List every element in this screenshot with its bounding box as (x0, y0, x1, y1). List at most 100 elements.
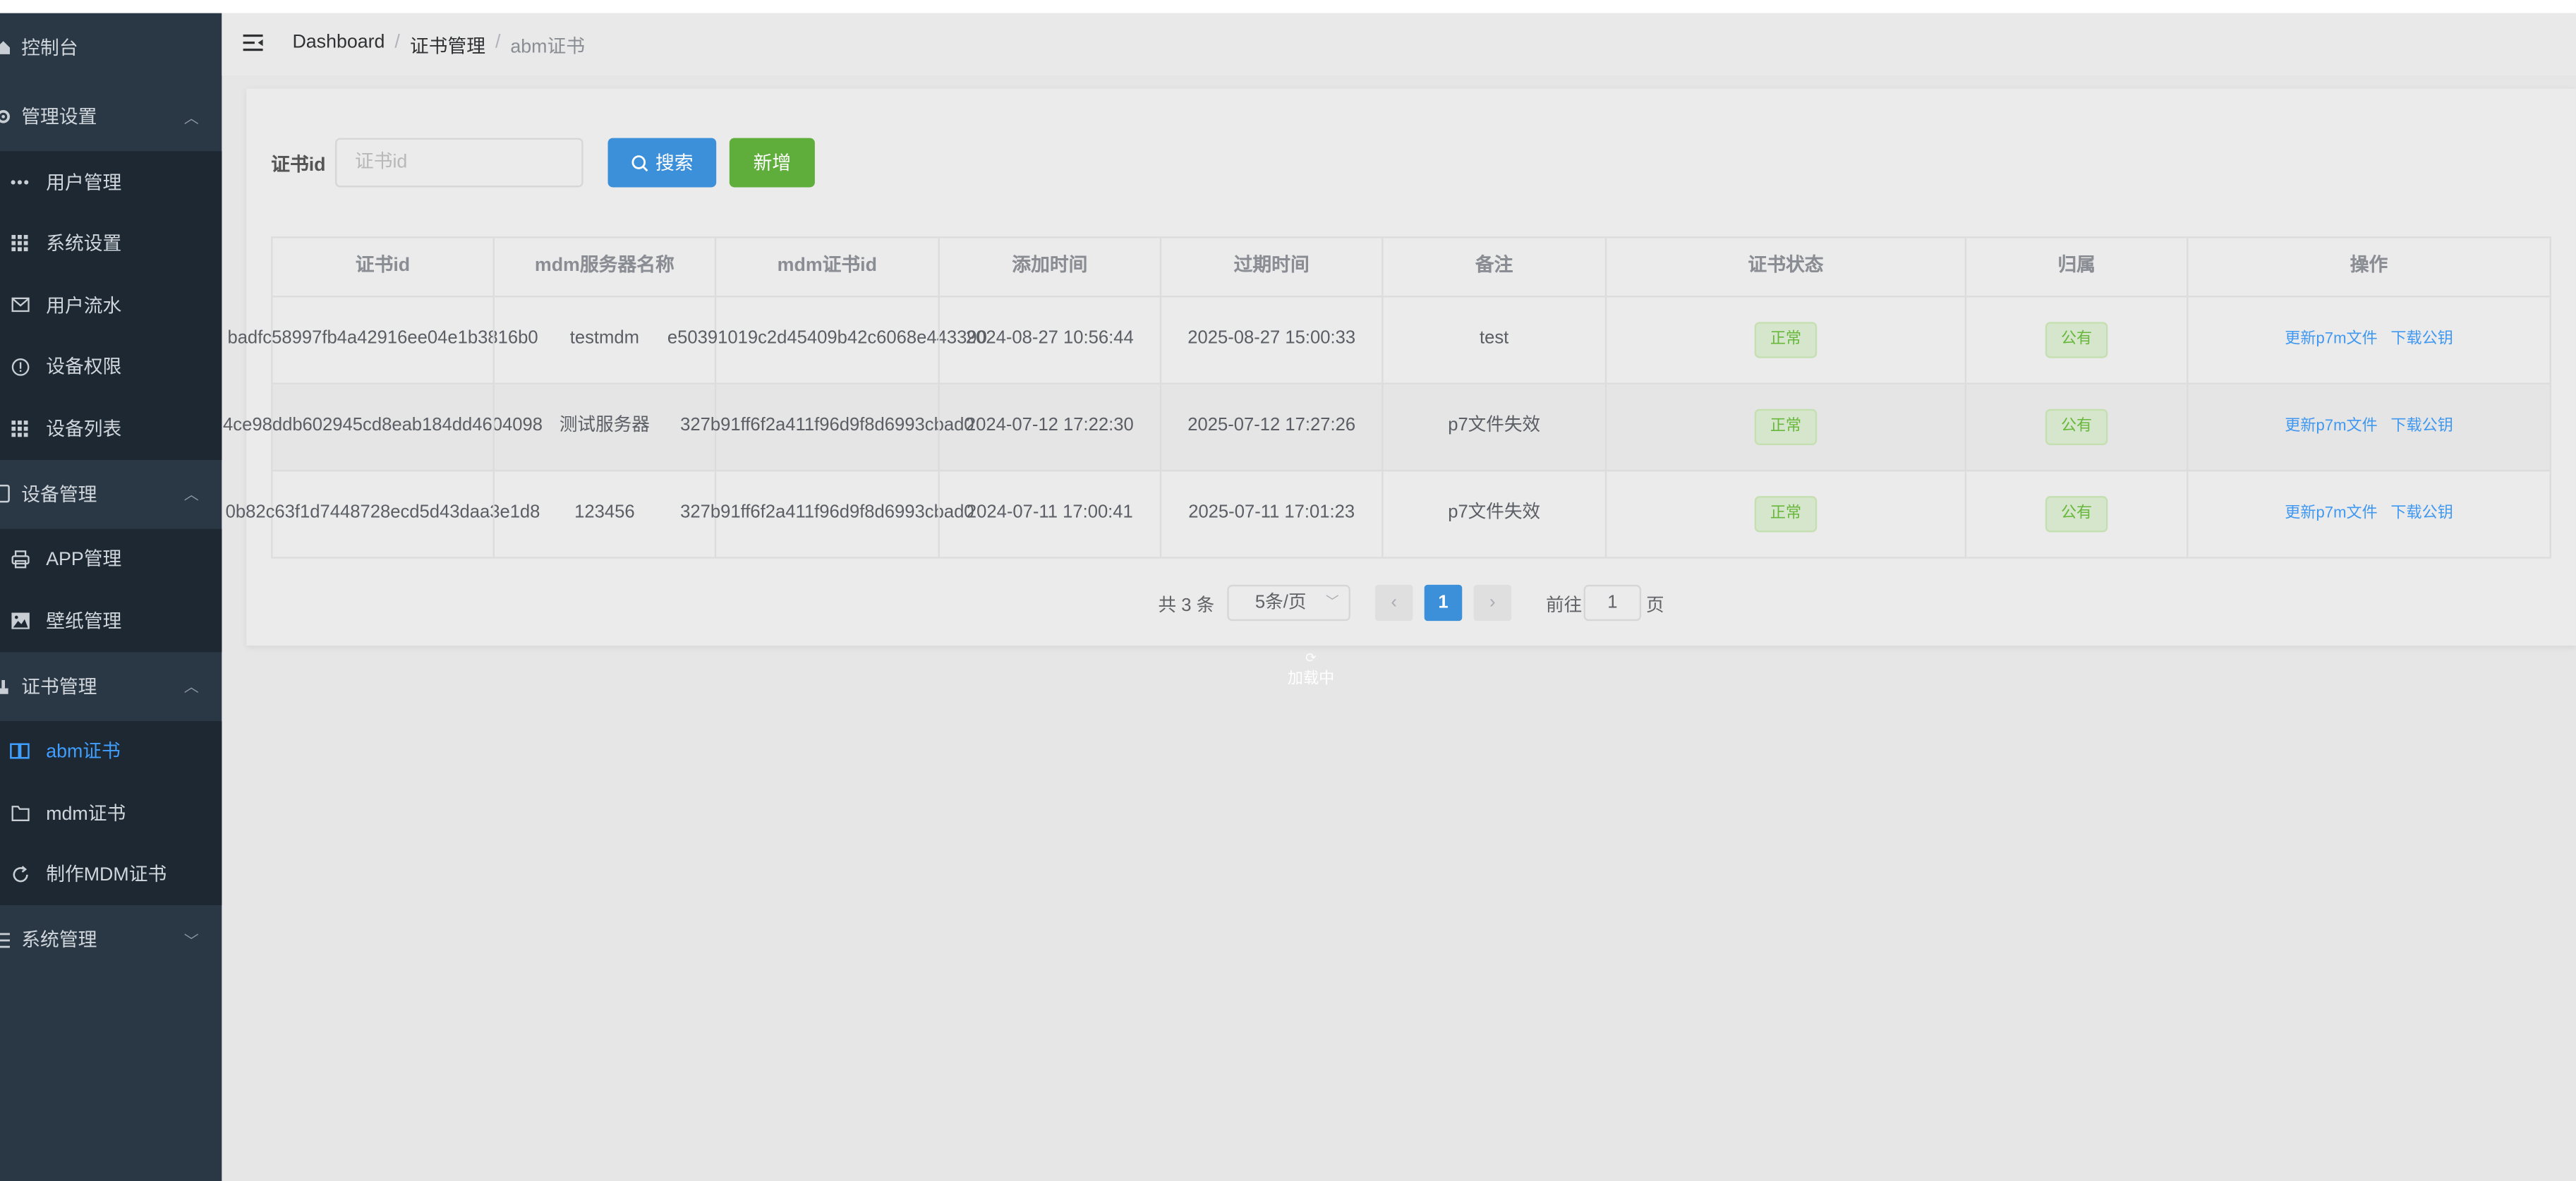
column-header: 证书状态 (1604, 238, 1965, 296)
sidebar-item-label: 壁纸管理 (46, 612, 122, 632)
sidebar-item-wallpaper-management[interactable]: 壁纸管理 (0, 590, 222, 651)
sidebar-item-label: 用户流水 (46, 296, 122, 317)
grid-icon (10, 418, 30, 438)
download-public-key-link[interactable]: 下载公钥 (2390, 326, 2453, 355)
sidebar-item-dashboard[interactable]: 控制台 (0, 13, 222, 83)
sidebar-item-label: 系统管理 (21, 931, 97, 952)
sidebar-item-mdm-cert[interactable]: mdm证书 (0, 782, 222, 843)
content-card: 证书id 证书id 搜索 新增 证书id mdm服务器名称 mdm证书id 添加… (223, 88, 2576, 646)
column-header: 备注 (1381, 238, 1605, 296)
sidebar-group-system-management[interactable]: 系统管理 ﹀ (0, 905, 222, 974)
menu-icon (0, 930, 13, 950)
sidebar-item-label: 设备列表 (46, 420, 122, 440)
chevron-up-icon: ︿ (183, 486, 199, 503)
grid-icon (10, 234, 30, 253)
prev-page-button[interactable]: ‹ (1374, 584, 1413, 622)
cert-icon (0, 676, 13, 696)
cert-id-label: 证书id (271, 156, 326, 176)
owner-badge: 公有 (2045, 408, 2108, 445)
column-header: mdm证书id (714, 238, 938, 296)
column-header: 添加时间 (938, 238, 1160, 296)
sidebar-group-device-management[interactable]: 设备管理 ︿ (0, 459, 222, 528)
sidebar-item-abm-cert[interactable]: abm证书 (0, 720, 222, 782)
note-cell: p7文件失效 (1381, 471, 1605, 557)
update-p7m-link[interactable]: 更新p7m文件 (2285, 413, 2378, 442)
goto-label: 前往 (1546, 596, 1583, 617)
expire-time-cell: 2025-07-12 17:27:26 (1159, 384, 1381, 470)
sidebar-item-device-list[interactable]: 设备列表 (0, 397, 222, 459)
breadcrumb-item-current: abm证书 (510, 37, 586, 58)
more-icon (10, 172, 30, 192)
next-page-button[interactable]: › (1473, 584, 1512, 622)
cert-id-input[interactable]: 证书id (334, 138, 583, 188)
sidebar-item-label: 控制台 (21, 39, 78, 59)
add-button[interactable]: 新增 (729, 138, 815, 188)
sidebar-item-label: mdm证书 (46, 804, 126, 825)
status-badge: 正常 (1755, 408, 1817, 445)
expire-time-cell: 2025-07-11 17:01:23 (1159, 471, 1381, 557)
update-p7m-link[interactable]: 更新p7m文件 (2285, 499, 2378, 528)
column-header: 过期时间 (1159, 238, 1381, 296)
book-icon (10, 741, 30, 761)
page-size-value: 5条/页 (1254, 593, 1307, 613)
breadcrumb-item-dashboard[interactable]: Dashboard (292, 33, 385, 59)
cert-id-cell: 0b82c63f1d7448728ecd5d43daa3e1d8 (226, 471, 540, 557)
sidebar-item-label: abm证书 (46, 743, 121, 763)
column-header: 归属 (1964, 238, 2187, 296)
printer-icon (10, 549, 30, 569)
sidebar-submenu-device-management: APP管理 壁纸管理 (0, 528, 222, 652)
status-badge: 正常 (1755, 322, 1817, 358)
gear-icon (0, 107, 13, 126)
goto-page-input[interactable]: 1 (1583, 584, 1642, 622)
spinner-icon: ⟳ (1305, 650, 1317, 666)
sidebar-item-make-mdm-cert[interactable]: 制作MDM证书 (0, 844, 222, 905)
sidebar-item-user-management[interactable]: 用户管理 (0, 151, 222, 212)
search-button-label: 搜索 (655, 154, 694, 174)
page-suffix-label: 页 (1646, 596, 1664, 617)
chevron-down-icon: ﹀ (1326, 594, 1339, 610)
table-row: 4ce98ddb602945cd8eab184dd4604098 测试服务器 3… (223, 384, 2552, 472)
mdm-cert-id-cell: 327b91ff6f2a411f96d9f8d6993cbad0 (680, 384, 974, 470)
download-public-key-link[interactable]: 下载公钥 (2390, 499, 2453, 528)
chevron-left-icon: ‹ (1391, 593, 1397, 613)
sidebar-item-system-settings[interactable]: 系统设置 (0, 213, 222, 274)
column-header: 操作 (2187, 238, 2552, 296)
page-size-select[interactable]: 5条/页 ﹀ (1227, 584, 1350, 622)
top-navbar: Dashboard / 证书管理 / abm证书 (222, 13, 2576, 76)
note-cell: p7文件失效 (1381, 384, 1605, 470)
mail-icon (10, 296, 30, 315)
status-badge: 正常 (1755, 496, 1817, 533)
column-header: mdm服务器名称 (492, 238, 715, 296)
status-cell: 正常 (1604, 384, 1965, 470)
sidebar-group-management-settings[interactable]: 管理设置 ︿ (0, 82, 222, 151)
status-cell: 正常 (1604, 471, 1965, 557)
breadcrumb-item-cert-management[interactable]: 证书管理 (410, 33, 485, 59)
owner-cell: 公有 (1964, 384, 2187, 470)
actions-cell: 更新p7m文件 下载公钥 (2187, 297, 2552, 383)
top-strip (0, 0, 2576, 13)
owner-badge: 公有 (2045, 322, 2108, 358)
cert-id-cell: badfc58997fb4a42916ee04e1b3816b0 (227, 297, 538, 383)
owner-cell: 公有 (1964, 297, 2187, 383)
pagination-total: 共 3 条 (1158, 596, 1215, 617)
breadcrumb: Dashboard / 证书管理 / abm证书 (292, 33, 585, 59)
sidebar-group-certificate-management[interactable]: 证书管理 ︿ (0, 651, 222, 720)
page-number-button[interactable]: 1 (1424, 584, 1463, 622)
hamburger-icon[interactable] (241, 31, 265, 54)
sidebar-item-label: 设备权限 (46, 358, 122, 379)
owner-cell: 公有 (1964, 471, 2187, 557)
breadcrumb-separator: / (394, 32, 400, 53)
added-time-cell: 2024-07-11 17:00:41 (938, 471, 1160, 557)
chevron-down-icon: ﹀ (183, 932, 199, 949)
owner-badge: 公有 (2045, 496, 2108, 533)
update-p7m-link[interactable]: 更新p7m文件 (2285, 326, 2378, 355)
sidebar-submenu-certificate-management: abm证书 mdm证书 制作MDM证书 (0, 720, 222, 905)
certificate-table: 证书id mdm服务器名称 mdm证书id 添加时间 过期时间 备注 证书状态 … (223, 236, 2552, 559)
search-button[interactable]: 搜索 (607, 138, 717, 188)
sidebar-item-app-management[interactable]: APP管理 (0, 528, 222, 590)
table-header-row: 证书id mdm服务器名称 mdm证书id 添加时间 过期时间 备注 证书状态 … (271, 238, 2552, 298)
sidebar-item-device-permissions[interactable]: 设备权限 (0, 336, 222, 397)
download-public-key-link[interactable]: 下载公钥 (2390, 413, 2453, 442)
sidebar-item-user-flow[interactable]: 用户流水 (0, 274, 222, 336)
sidebar-submenu-management-settings: 用户管理 系统设置 用户流水 设备权限 设备列表 (0, 151, 222, 459)
